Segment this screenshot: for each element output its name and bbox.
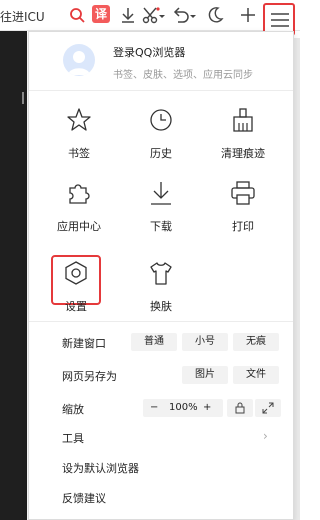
save-as-image-button[interactable]: 图片 [182,366,228,384]
chevron-right-icon: › [263,429,268,443]
settings-label: 设置 [65,300,87,313]
download-button[interactable]: 下载 [121,180,201,240]
scroll-indicator [22,92,24,104]
address-text[interactable]: 往进ICU [0,8,45,25]
login-subtitle: 书签、皮肤、选项、应用云同步 [113,70,253,81]
divider [29,321,293,322]
browser-toolbar: 往进ICU 译 [0,0,300,36]
browser-menu-panel: 登录QQ浏览器 书签、皮肤、选项、应用云同步 书签 历史 清理痕迹 应用中心 下… [28,31,294,520]
skin-button[interactable]: 换肤 [121,260,201,320]
fullscreen-button[interactable] [255,399,281,417]
skin-label: 换肤 [150,300,172,313]
star-icon [67,108,91,131]
app-center-label: 应用中心 [57,220,101,233]
plus-icon[interactable] [237,4,259,26]
bookmarks-button[interactable]: 书签 [39,107,119,167]
printer-icon [231,181,255,205]
new-window-label: 新建窗口 [62,337,106,350]
user-icon [68,51,90,75]
login-section[interactable]: 登录QQ浏览器 书签、皮肤、选项、应用云同步 [29,32,293,91]
new-window-small-button[interactable]: 小号 [182,333,228,351]
set-default-browser-item[interactable]: 设为默认浏览器 [62,460,139,476]
undo-dropdown-icon[interactable] [189,4,197,26]
zoom-control: − 100% + [143,399,223,417]
history-label: 历史 [150,147,172,160]
gear-icon [65,261,87,285]
expand-icon [262,402,274,414]
clear-traces-label: 清理痕迹 [221,147,265,160]
zoom-lock-button[interactable] [227,399,253,417]
avatar[interactable] [63,44,95,76]
moon-icon[interactable] [204,4,226,26]
download-icon[interactable] [117,4,139,26]
feedback-item[interactable]: 反馈建议 [62,490,106,506]
save-page-label: 网页另存为 [62,370,117,383]
hamburger-icon [271,13,289,27]
history-button[interactable]: 历史 [121,107,201,167]
translate-icon[interactable]: 译 [92,5,110,23]
download-arrow-icon [151,182,171,205]
scissors-dropdown-icon[interactable] [158,4,166,26]
zoom-label: 缩放 [62,403,84,416]
zoom-out-button[interactable]: − [150,399,158,417]
new-window-normal-button[interactable]: 普通 [131,333,177,351]
lock-icon [235,402,245,414]
settings-button[interactable]: 设置 [36,260,116,320]
broom-icon [233,108,253,132]
puzzle-icon [69,184,90,204]
print-label: 打印 [232,220,254,233]
zoom-in-button[interactable]: + [203,399,211,417]
download-label: 下载 [150,220,172,233]
clock-icon [150,109,172,131]
search-icon[interactable] [66,4,88,26]
save-as-file-button[interactable]: 文件 [233,366,279,384]
tools-menu-item[interactable]: 工具 [62,430,84,446]
new-window-incognito-button[interactable]: 无痕 [233,333,279,351]
tshirt-icon [150,262,172,285]
bookmarks-label: 书签 [68,147,90,160]
page-background-right [294,38,300,520]
login-title[interactable]: 登录QQ浏览器 [113,44,185,60]
page-background [0,31,27,520]
zoom-value: 100% [169,402,198,413]
print-button[interactable]: 打印 [203,180,283,240]
app-center-button[interactable]: 应用中心 [39,180,119,240]
clear-traces-button[interactable]: 清理痕迹 [203,107,283,167]
